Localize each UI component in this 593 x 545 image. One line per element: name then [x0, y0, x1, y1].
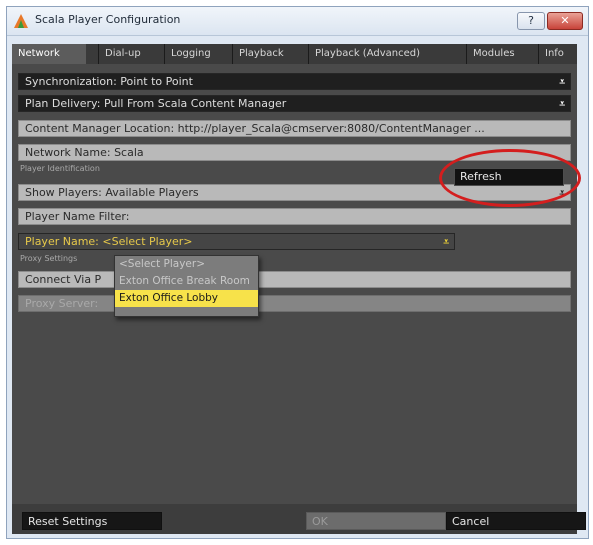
close-button[interactable]: ✕ — [547, 12, 583, 30]
tab-dial-up[interactable]: Dial-up — [98, 44, 164, 64]
network-name-label: Network Name: Scala — [25, 146, 144, 159]
proxy-settings-section-label: Proxy Settings — [20, 254, 78, 263]
dropdown-arrow-icon: ⩡ — [559, 77, 565, 88]
option-exton-office-lobby[interactable]: Exton Office Lobby — [115, 290, 258, 307]
player-name-filter-label: Player Name Filter: — [25, 210, 130, 223]
connect-via-label: Connect Via P — [25, 273, 102, 286]
connect-via-proxy-dropdown[interactable]: Connect Via P — [18, 271, 571, 288]
plan-delivery-dropdown[interactable]: Plan Delivery: Pull From Scala Content M… — [18, 95, 571, 112]
player-name-filter-field[interactable]: Player Name Filter: — [18, 208, 571, 225]
show-players-label: Show Players: Available Players — [25, 186, 199, 199]
synchronization-dropdown[interactable]: Synchronization: Point to Point ⩡ — [18, 73, 571, 90]
tab-playback-advanced[interactable]: Playback (Advanced) — [308, 44, 466, 64]
reset-settings-button[interactable]: Reset Settings — [22, 512, 162, 530]
content-manager-location-label: Content Manager Location: http://player_… — [25, 122, 485, 135]
network-panel: Synchronization: Point to Point ⩡ Plan D… — [12, 64, 577, 504]
option-exton-office-break-room[interactable]: Exton Office Break Room — [115, 273, 258, 290]
player-identification-section-label: Player Identification — [20, 164, 100, 173]
player-name-label: Player Name: <Select Player> — [25, 235, 193, 248]
content-manager-location-field[interactable]: Content Manager Location: http://player_… — [18, 120, 571, 137]
player-name-dropdown[interactable]: Player Name: <Select Player> ⩡ — [18, 233, 455, 250]
help-button[interactable]: ? — [517, 12, 545, 30]
tab-network[interactable]: Network — [12, 44, 86, 64]
ok-button[interactable]: OK — [306, 512, 446, 530]
dropdown-arrow-icon: ⩡ — [443, 237, 449, 248]
annotation-circle — [439, 149, 581, 207]
plan-delivery-label: Plan Delivery: Pull From Scala Content M… — [25, 97, 287, 110]
scala-app-icon — [14, 14, 28, 28]
option-select-player[interactable]: <Select Player> — [115, 256, 258, 273]
title-bar: Scala Player Configuration ? ✕ — [7, 7, 588, 36]
tab-info[interactable]: Info — [538, 44, 577, 64]
window-title: Scala Player Configuration — [35, 13, 181, 26]
proxy-server-field: Proxy Server: — [18, 295, 571, 312]
tab-logging[interactable]: Logging — [164, 44, 232, 64]
cancel-button[interactable]: Cancel — [446, 512, 586, 530]
tab-playback[interactable]: Playback — [232, 44, 308, 64]
synchronization-label: Synchronization: Point to Point — [25, 75, 193, 88]
tab-modules[interactable]: Modules — [466, 44, 538, 64]
tab-bar: Network Dial-up Logging Playback Playbac… — [12, 44, 577, 64]
player-name-options-list: <Select Player> Exton Office Break Room … — [114, 255, 259, 317]
proxy-server-label: Proxy Server: — [25, 297, 99, 310]
dropdown-arrow-icon: ⩡ — [559, 99, 565, 110]
